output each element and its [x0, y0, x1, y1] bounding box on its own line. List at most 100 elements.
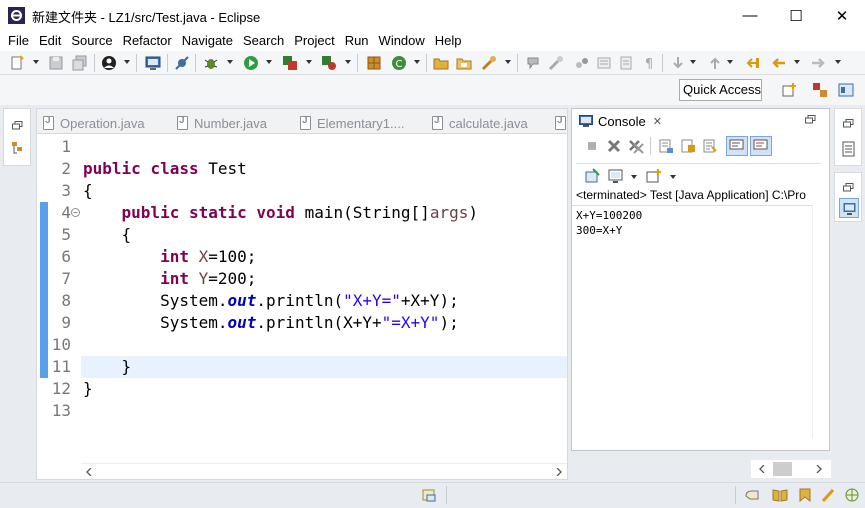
- menu-refactor[interactable]: Refactor: [118, 31, 177, 51]
- coverage-dropdown-icon[interactable]: [306, 60, 312, 64]
- remove-all-terminated-icon[interactable]: [628, 138, 644, 154]
- pin-console-icon[interactable]: [584, 168, 600, 184]
- menu-navigate[interactable]: Navigate: [177, 31, 238, 51]
- pen-icon[interactable]: [821, 488, 837, 502]
- fold-toggle-icon[interactable]: −: [71, 208, 80, 217]
- debug-dropdown-icon[interactable]: [227, 60, 233, 64]
- show-stdout-button[interactable]: [726, 136, 748, 156]
- next-annotation-dropdown-icon[interactable]: [690, 60, 696, 64]
- back-icon[interactable]: [771, 55, 787, 71]
- menu-file[interactable]: File: [3, 31, 34, 51]
- book-icon[interactable]: [772, 488, 788, 502]
- menu-help[interactable]: Help: [430, 31, 467, 51]
- profile-dropdown-icon[interactable]: [124, 60, 130, 64]
- remove-launch-icon[interactable]: [606, 138, 622, 154]
- search-icon[interactable]: [481, 55, 497, 71]
- console-horizontal-scrollbar[interactable]: [751, 460, 831, 478]
- prev-annotation-icon[interactable]: [707, 55, 723, 71]
- last-edit-location-icon[interactable]: [744, 55, 760, 71]
- next-annotation-icon[interactable]: [670, 55, 686, 71]
- maximize-button[interactable]: ☐: [773, 0, 819, 31]
- scroll-right-icon[interactable]: [555, 468, 563, 476]
- coverage-icon[interactable]: [282, 55, 298, 71]
- scroll-right-icon[interactable]: [815, 465, 823, 473]
- scroll-left-icon[interactable]: [758, 465, 766, 473]
- profile-icon[interactable]: [101, 55, 117, 71]
- bookmark-icon[interactable]: [797, 488, 813, 502]
- forward-icon[interactable]: [810, 55, 826, 71]
- progress-view-icon[interactable]: [421, 487, 437, 503]
- quick-access-field[interactable]: Quick Access: [679, 79, 762, 101]
- console-output[interactable]: X+Y=100200 300=X+Y: [572, 205, 812, 438]
- restore-icon[interactable]: [843, 119, 854, 128]
- run-icon[interactable]: [243, 55, 259, 71]
- restore-icon[interactable]: [805, 115, 816, 124]
- back-dropdown-icon[interactable]: [794, 60, 800, 64]
- tab-test-java-active[interactable]: [555, 112, 572, 134]
- tab-calculate-java[interactable]: calculate.java: [432, 112, 528, 134]
- tab-elementary1-java[interactable]: Elementary1....: [300, 112, 404, 134]
- minimize-button[interactable]: —: [727, 0, 773, 31]
- code-text-area[interactable]: − 1 2 3 4 5 6 7 8 9 10 11 12 13 public c…: [37, 134, 567, 464]
- block-selection-icon[interactable]: [596, 55, 612, 71]
- menu-edit[interactable]: Edit: [34, 31, 66, 51]
- toggle-breadcrumb-icon[interactable]: [574, 55, 590, 71]
- save-icon[interactable]: [48, 55, 64, 71]
- menu-search[interactable]: Search: [238, 31, 289, 51]
- show-stderr-button[interactable]: [750, 136, 772, 156]
- close-button[interactable]: ✕: [819, 0, 865, 31]
- scroll-lock-icon[interactable]: [680, 138, 696, 154]
- new-java-package-icon[interactable]: [366, 55, 382, 71]
- package-explorer-icon[interactable]: [11, 141, 24, 155]
- search-dropdown-icon[interactable]: [505, 60, 511, 64]
- display-console-dropdown-icon[interactable]: [631, 175, 637, 179]
- open-type-icon[interactable]: [433, 55, 449, 71]
- debug-icon[interactable]: [203, 55, 219, 71]
- open-perspective-icon[interactable]: [781, 82, 797, 98]
- terminal-icon[interactable]: [145, 55, 161, 71]
- task-list-icon[interactable]: [842, 141, 855, 157]
- external-tools-dropdown-icon[interactable]: [345, 60, 351, 64]
- menu-source[interactable]: Source: [66, 31, 117, 51]
- hand-icon[interactable]: [744, 488, 760, 502]
- save-all-icon[interactable]: [72, 55, 88, 71]
- tab-operation-java[interactable]: Operation.java: [43, 112, 145, 134]
- tab-number-java[interactable]: Number.java: [177, 112, 267, 134]
- word-wrap-console-icon[interactable]: [702, 138, 718, 154]
- java-ee-perspective-icon[interactable]: [812, 82, 828, 98]
- menu-project[interactable]: Project: [289, 31, 339, 51]
- mark-occurrences-icon[interactable]: [548, 55, 564, 71]
- outline-view-button[interactable]: [839, 198, 859, 218]
- terminate-icon[interactable]: [584, 138, 600, 154]
- new-dropdown-icon[interactable]: [33, 60, 39, 64]
- restore-icon[interactable]: [843, 183, 854, 192]
- new-java-class-icon[interactable]: C: [391, 55, 407, 71]
- show-whitespace-icon[interactable]: ¶: [641, 55, 657, 71]
- open-console-icon[interactable]: [646, 168, 662, 184]
- quick-diff-change-bar: [40, 202, 48, 378]
- java-perspective-icon[interactable]: [838, 82, 854, 98]
- console-vertical-scrollbar[interactable]: [812, 205, 829, 438]
- open-console-dropdown-icon[interactable]: [670, 175, 676, 179]
- display-selected-console-icon[interactable]: [608, 168, 624, 184]
- word-wrap-icon[interactable]: [618, 55, 634, 71]
- forward-dropdown-icon[interactable]: [835, 60, 841, 64]
- external-tools-icon[interactable]: [321, 55, 337, 71]
- restore-icon[interactable]: [12, 121, 23, 130]
- menu-window[interactable]: Window: [374, 31, 430, 51]
- open-task-icon[interactable]: [456, 55, 472, 71]
- prev-annotation-dropdown-icon[interactable]: [727, 60, 733, 64]
- clear-console-icon[interactable]: [658, 138, 674, 154]
- skip-breakpoints-icon[interactable]: [174, 55, 190, 71]
- menu-run[interactable]: Run: [340, 31, 374, 51]
- new-icon[interactable]: [9, 55, 25, 71]
- new-class-dropdown-icon[interactable]: [414, 60, 420, 64]
- close-icon[interactable]: ✕: [653, 115, 662, 128]
- scroll-thumb[interactable]: [773, 462, 792, 476]
- globe-icon[interactable]: [844, 488, 860, 502]
- editor-horizontal-scrollbar[interactable]: [81, 463, 567, 479]
- console-tab[interactable]: Console ✕: [573, 109, 665, 133]
- scroll-left-icon[interactable]: [85, 468, 93, 476]
- run-dropdown-icon[interactable]: [266, 60, 272, 64]
- annotation-icon[interactable]: [525, 55, 541, 71]
